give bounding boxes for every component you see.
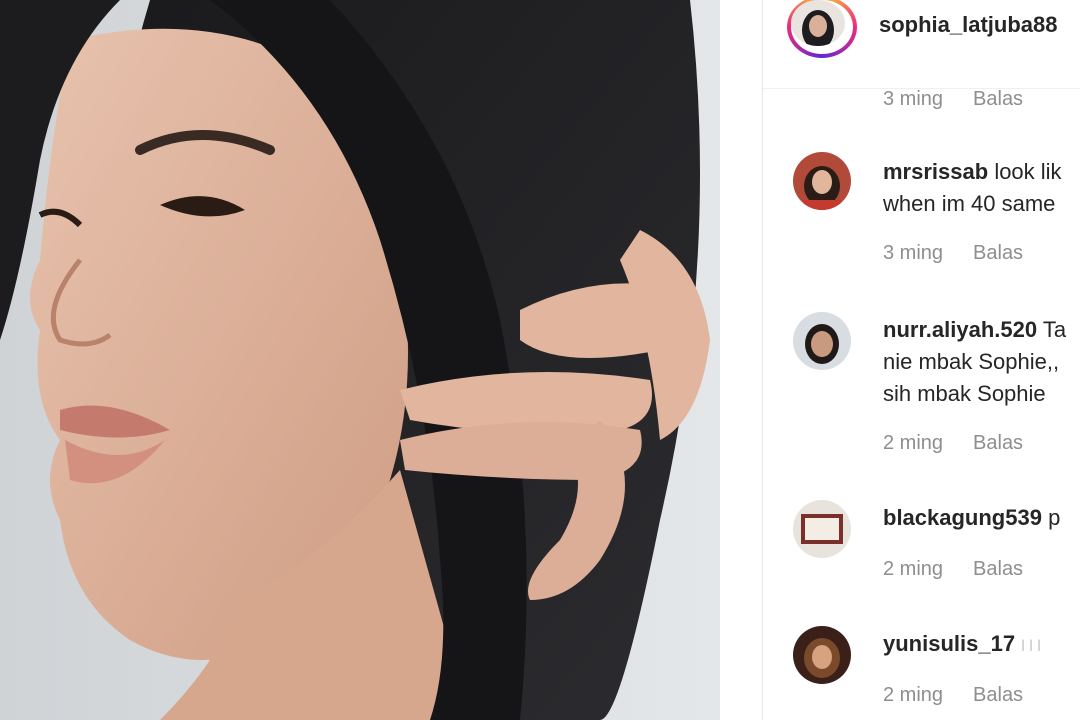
comment-time: 3 ming [883, 88, 944, 110]
comment-time: 2 ming [883, 558, 944, 580]
comment-text: when im 40 same [883, 191, 1056, 216]
comments-panel: sophia_latjuba88 3 ming Balas mrsrissab l… [762, 0, 1080, 720]
comment-meta: 2 ming Balas [883, 684, 1023, 707]
reply-button[interactable]: Balas [973, 88, 1023, 110]
reply-button[interactable]: Balas [973, 432, 1023, 454]
comment-time: 3 ming [883, 242, 944, 264]
comment-time: 2 ming [883, 684, 944, 706]
avatar[interactable] [793, 500, 851, 558]
post-photo [0, 0, 720, 720]
comment-username[interactable]: blackagung539 [883, 505, 1042, 530]
post-username[interactable]: sophia_latjuba88 [879, 12, 1058, 38]
divider [720, 0, 762, 720]
reply-button[interactable]: Balas [973, 558, 1023, 580]
comment-meta: 3 ming Balas [883, 242, 1023, 265]
comment-meta: 3 ming Balas [883, 88, 1023, 111]
comment-username[interactable]: mrsrissab [883, 159, 988, 184]
avatar[interactable] [793, 152, 851, 210]
comment-text: nie mbak Sophie,, [883, 349, 1060, 374]
comment-username[interactable]: nurr.aliyah.520 [883, 317, 1037, 342]
avatar[interactable] [791, 0, 845, 46]
post-header: sophia_latjuba88 3 ming Balas [763, 0, 1080, 110]
comment-username[interactable]: yunisulis_17 [883, 631, 1015, 656]
comment-meta: 2 ming Balas [883, 432, 1023, 455]
story-ring[interactable] [787, 0, 857, 58]
comment-text: l l l [1021, 638, 1041, 655]
comment-text: sih mbak Sophie [883, 381, 1046, 406]
comment-meta: 2 ming Balas [883, 558, 1023, 581]
comment-text: Ta [1042, 317, 1067, 342]
comment-time: 2 ming [883, 432, 944, 454]
comment-text: look lik [994, 159, 1062, 184]
comment-text: p [1048, 505, 1061, 530]
avatar[interactable] [793, 626, 851, 684]
reply-button[interactable]: Balas [973, 684, 1023, 706]
reply-button[interactable]: Balas [973, 242, 1023, 264]
avatar[interactable] [793, 312, 851, 370]
